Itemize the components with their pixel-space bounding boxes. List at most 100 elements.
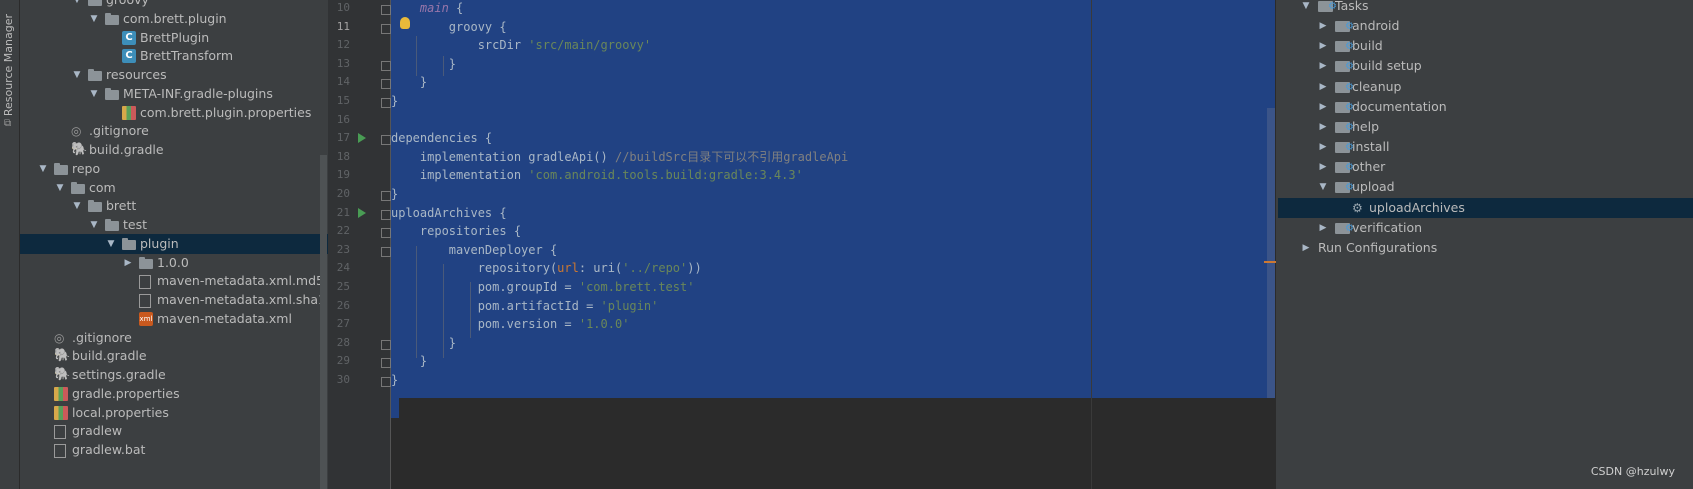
chevron-right-icon[interactable]: ▶ [1318,218,1328,238]
tree-row[interactable]: C BrettPlugin [20,28,328,48]
project-scrollbar[interactable] [320,155,327,489]
gradle-task-row[interactable]: ▼ upload [1278,177,1693,198]
tree-row[interactable]: ▼ META-INF.gradle-plugins [20,84,328,104]
gradle-task-row[interactable]: ▶ verification [1278,218,1693,239]
fold-marker-icon[interactable] [381,228,391,239]
fold-marker-icon[interactable] [381,135,391,146]
code-token: } [391,335,457,350]
tree-row[interactable]: gradlew.bat [20,440,328,460]
chevron-right-icon[interactable]: ▶ [1318,16,1328,36]
tree-row[interactable]: xml maven-metadata.xml [20,309,328,329]
code-line[interactable]: uploadArchives { [391,203,507,223]
fold-marker-icon[interactable] [381,377,391,387]
gradle-task-row[interactable]: ▶ help [1278,117,1693,138]
fold-marker-icon[interactable] [381,339,391,350]
chevron-down-icon[interactable]: ▼ [38,159,48,179]
line-number: 15 [336,94,350,107]
gradle-task-row[interactable]: ▶ Run Configurations [1278,238,1693,258]
tree-row[interactable]: ▼ resources [20,65,328,85]
fold-marker-icon[interactable] [381,79,391,90]
tree-row[interactable]: 🐘 settings.gradle [20,365,328,385]
code-line[interactable]: dependencies { [391,128,492,148]
gradle-task-row[interactable]: ▶ other [1278,157,1693,178]
gradle-task-row[interactable]: ⚙ uploadArchives [1278,197,1693,218]
code-line[interactable]: } [391,54,456,74]
tree-row[interactable]: gradle.properties [20,384,328,404]
fold-marker-icon[interactable] [381,191,391,201]
tree-row[interactable]: ▼ com.brett.plugin [20,9,328,29]
chevron-right-icon[interactable]: ▶ [1318,36,1328,56]
chevron-down-icon[interactable]: ▼ [89,9,99,29]
tree-row[interactable]: ▼ repo [20,159,328,179]
code-line[interactable]: main { [391,0,463,18]
code-line[interactable]: repository(url: uri('../repo')) [391,258,702,278]
chevron-right-icon[interactable]: ▶ [1318,97,1328,117]
tree-row[interactable]: ▼ plugin [20,233,328,254]
fold-marker-icon[interactable] [381,98,391,108]
chevron-right-icon[interactable]: ▶ [1318,77,1328,97]
code-line[interactable]: pom.groupId = 'com.brett.test' [391,277,695,297]
run-gutter-icon[interactable] [358,133,366,144]
gradle-task-row[interactable]: ▶ documentation [1278,97,1693,118]
chevron-right-icon[interactable]: ▶ [1318,56,1328,76]
code-line[interactable]: } [391,351,427,371]
tree-row[interactable]: ▼ com [20,178,328,198]
chevron-down-icon[interactable]: ▼ [1301,0,1311,16]
chevron-right-icon[interactable]: ▶ [1318,157,1328,177]
code-line[interactable]: implementation 'com.android.tools.build:… [391,165,803,185]
code-line[interactable]: pom.version = '1.0.0' [391,314,630,334]
fold-marker-icon[interactable] [381,209,391,220]
code-line[interactable]: implementation gradleApi() //buildSrc目录下… [391,147,848,167]
run-gutter-icon[interactable] [358,207,366,218]
chevron-down-icon[interactable]: ▼ [72,65,82,85]
fold-marker-icon[interactable] [381,60,391,71]
properties-file-icon [54,386,68,401]
tree-row[interactable]: 🐘 build.gradle [20,346,328,366]
code-line[interactable]: } [391,72,427,92]
chevron-down-icon[interactable]: ▼ [72,196,82,216]
tree-row[interactable]: ▼ test [20,215,328,235]
editor-scrollbar[interactable] [1267,108,1275,398]
chevron-down-icon[interactable]: ▼ [89,84,99,104]
code-line[interactable]: pom.artifactId = 'plugin' [391,296,659,316]
fold-marker-icon[interactable] [381,23,391,34]
chevron-down-icon[interactable]: ▼ [1318,177,1328,197]
tree-row[interactable]: com.brett.plugin.properties [20,103,328,123]
tree-row[interactable]: maven-metadata.xml.sha1 [20,290,328,310]
tree-row[interactable]: ▼ brett [20,196,328,216]
gradle-task-row[interactable]: ▶ build [1278,36,1693,57]
code-line[interactable]: } [391,184,398,204]
lightbulb-icon[interactable] [400,17,410,29]
gradle-task-row[interactable]: ▶ android [1278,16,1693,37]
chevron-right-icon[interactable]: ▶ [1318,137,1328,157]
gradle-task-row[interactable]: ▶ build setup [1278,56,1693,77]
tree-row[interactable]: 🐘 build.gradle [20,140,328,160]
code-line[interactable]: srcDir 'src/main/groovy' [391,35,651,55]
fold-marker-icon[interactable] [381,246,391,257]
chevron-down-icon[interactable]: ▼ [55,178,65,198]
chevron-down-icon[interactable]: ▼ [89,215,99,235]
code-line[interactable]: repositories { [391,221,521,241]
gradle-task-row[interactable]: ▼ Tasks [1278,0,1693,17]
tree-row[interactable]: ◎ .gitignore [20,328,328,348]
tree-row[interactable]: C BrettTransform [20,46,328,66]
fold-marker-icon[interactable] [381,5,391,15]
tree-row[interactable]: ▶ 1.0.0 [20,253,328,273]
chevron-right-icon[interactable]: ▶ [123,253,133,273]
tree-row[interactable]: local.properties [20,403,328,423]
gradle-task-row[interactable]: ▶ install [1278,137,1693,158]
chevron-right-icon[interactable]: ▶ [1301,238,1311,258]
chevron-down-icon[interactable]: ▼ [106,234,116,254]
gradle-tasks-panel: ▼ Tasks ▶ android ▶ build ▶ build setup ▶ cleanup… [1278,0,1693,489]
resource-manager-tab[interactable]: Resource Manager [2,14,15,116]
code-line[interactable]: } [391,333,456,353]
editor-warning-marker[interactable] [1264,261,1276,263]
gradle-task-row[interactable]: ▶ cleanup [1278,77,1693,98]
code-line[interactable]: } [391,370,398,390]
code-line[interactable]: } [391,91,398,111]
tree-row[interactable]: gradlew [20,421,328,441]
chevron-right-icon[interactable]: ▶ [1318,117,1328,137]
tree-row[interactable]: maven-metadata.xml.md5 [20,271,328,291]
tree-row[interactable]: ◎ .gitignore [20,121,328,141]
fold-marker-icon[interactable] [381,358,391,369]
